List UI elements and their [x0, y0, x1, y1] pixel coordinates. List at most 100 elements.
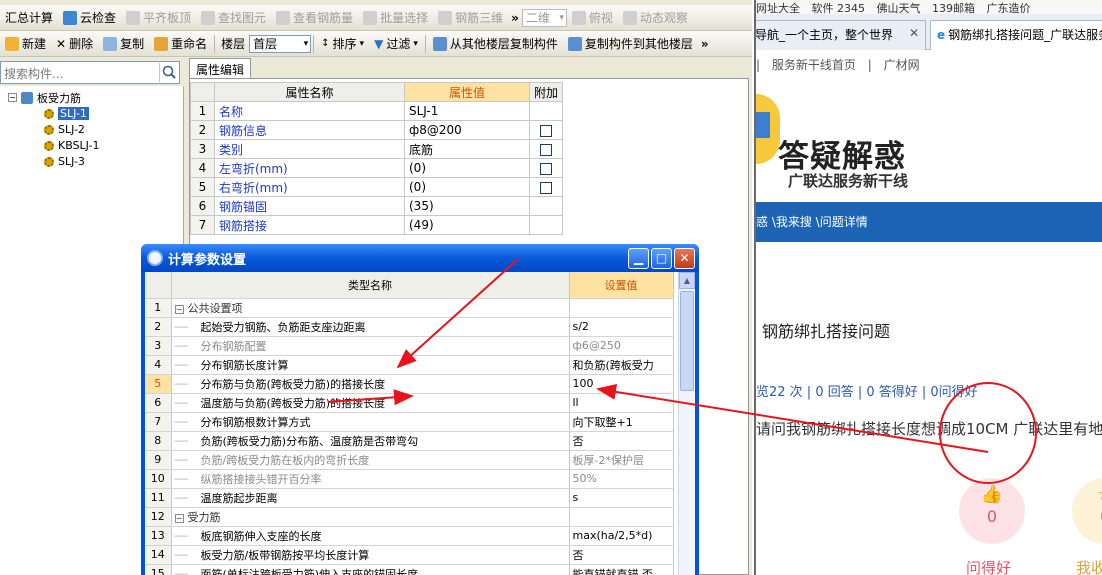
param-value[interactable] [569, 298, 674, 318]
sort-button[interactable]: ↕ 排序 ▾ [316, 33, 369, 55]
property-row[interactable]: 3 类别 底筋 [190, 139, 564, 159]
property-value[interactable]: (0) [404, 158, 530, 178]
param-row[interactable]: 11 ── 温度筋起步距离 s [145, 488, 674, 508]
nav-link-materials[interactable]: 广材网 [884, 58, 920, 72]
bookmark-item[interactable]: 广东造价 [987, 2, 1031, 14]
collapse-icon[interactable]: − [174, 304, 184, 314]
param-value[interactable]: 100 [569, 374, 674, 394]
extra-checkbox[interactable] [540, 143, 552, 156]
minimize-button[interactable]: ▁ [628, 248, 649, 269]
good-question-button[interactable]: 👍 0 [959, 478, 1025, 544]
param-row[interactable]: 13 ── 板底钢筋伸入支座的长度 max(ha/2,5*d) [145, 526, 674, 546]
param-row[interactable]: 9 ── 负筋/跨板受力筋在板内的弯折长度 板厚-2*保护层 [145, 450, 674, 470]
param-value[interactable]: max(ha/2,5*d) [569, 526, 674, 546]
copy-button[interactable]: 复制 [98, 33, 149, 55]
param-value[interactable]: 和负筋(跨板受力 [569, 355, 674, 375]
dialog-scrollbar[interactable]: ▲ [678, 272, 695, 575]
property-value[interactable]: (35) [404, 196, 530, 216]
floor-select[interactable]: 首层 ▾ [249, 34, 312, 53]
close-tab-icon[interactable]: ✕ [909, 26, 919, 40]
search-icon[interactable] [159, 63, 178, 82]
view-mode-select[interactable]: 二维 ▾ [521, 8, 567, 27]
copy-from-floor-button[interactable]: 从其他楼层复制构件 [428, 33, 563, 55]
param-row[interactable]: 6 ── 温度筋与负筋(跨板受力筋)的搭接长度 ll [145, 393, 674, 413]
extra-checkbox[interactable] [540, 124, 552, 137]
param-row[interactable]: 5 ── 分布筋与负筋(跨板受力筋)的搭接长度 100 [145, 374, 674, 394]
bookmark-item[interactable]: 网址大全 [756, 2, 800, 14]
collapse-icon[interactable]: − [174, 513, 184, 523]
property-row[interactable]: 6 钢筋锚固 (35) [190, 196, 564, 216]
param-value[interactable]: ll [569, 393, 674, 413]
toolbar-overflow-chevron[interactable]: » [698, 37, 712, 51]
param-value[interactable]: 50% [569, 469, 674, 489]
breadcrumb[interactable]: 惑 \我来搜 \问题详情 [756, 202, 1102, 242]
bookmark-item[interactable]: 软件 2345 [812, 2, 866, 14]
param-row[interactable]: 8 ── 负筋(跨板受力筋)分布筋、温度筋是否带弯勾否 [145, 431, 674, 451]
property-row[interactable]: 5 右弯折(mm) (0) [190, 177, 564, 197]
second-action-button[interactable]: ☆ 0 [1072, 478, 1102, 544]
extra-checkbox[interactable] [540, 181, 552, 194]
param-row[interactable]: 10 ── 纵筋搭接接头错开百分率 50% [145, 469, 674, 489]
collapse-icon[interactable]: − [8, 93, 17, 102]
scroll-up-icon[interactable]: ▲ [679, 272, 695, 289]
property-extra[interactable] [528, 139, 564, 159]
property-row[interactable]: 1 名称 SLJ-1 [190, 101, 564, 121]
toolbar-overflow-chevron[interactable]: » [508, 11, 522, 25]
property-extra[interactable] [528, 177, 564, 197]
param-value[interactable] [569, 507, 674, 527]
browser-tab-navigation[interactable]: 导航_一个主页，整个世界 ✕ [756, 20, 926, 50]
param-row[interactable]: 2 ── 起始受力钢筋、负筋距支座边距离 s/2 [145, 317, 674, 337]
batch-select-button[interactable]: 批量选择 [358, 7, 433, 29]
new-button[interactable]: 新建 [0, 33, 51, 55]
property-extra[interactable] [528, 196, 564, 216]
element-search-input[interactable]: 搜索构件... [0, 61, 180, 84]
bookmark-item[interactable]: 139邮箱 [932, 2, 975, 14]
browser-tab-active[interactable]: e 钢筋绑扎搭接问题_广联达服务 [930, 20, 1102, 50]
property-row[interactable]: 2 钢筋信息 ф8@200 [190, 120, 564, 140]
param-value[interactable]: 否 [569, 431, 674, 451]
rename-button[interactable]: 重命名 [149, 33, 212, 55]
copy-to-floor-button[interactable]: 复制构件到其他楼层 [563, 33, 698, 55]
top-view-button[interactable]: 俯视 [567, 7, 618, 29]
nav-link-home[interactable]: 服务新干线首页 [772, 58, 856, 72]
property-value[interactable]: 底筋 [404, 139, 530, 159]
param-row[interactable]: 3 ── 分布钢筋配置 ф6@250 [145, 336, 674, 356]
param-value[interactable]: s/2 [569, 317, 674, 337]
param-value[interactable]: 能直锚就直锚,否 [569, 564, 674, 575]
cloud-check-button[interactable]: 云检查 [58, 7, 121, 29]
tree-item[interactable]: KBSLJ-1 [44, 138, 100, 153]
delete-button[interactable]: ✕ 删除 [51, 33, 98, 55]
group-row[interactable]: 1− 公共设置项 [145, 298, 674, 318]
property-row[interactable]: 7 钢筋搭接 (49) [190, 215, 564, 235]
extra-checkbox[interactable] [540, 162, 552, 175]
property-extra[interactable] [528, 158, 564, 178]
flush-slab-top-button[interactable]: 平齐板顶 [121, 7, 196, 29]
param-value[interactable]: 否 [569, 545, 674, 565]
param-value[interactable]: 向下取整+1 [569, 412, 674, 432]
filter-button[interactable]: ▼ 过滤 ▾ [369, 33, 423, 55]
find-element-button[interactable]: 查找图元 [196, 7, 271, 29]
param-value[interactable]: ф6@250 [569, 336, 674, 356]
property-extra[interactable] [528, 215, 564, 235]
param-row[interactable]: 7 ── 分布钢筋根数计算方式 向下取整+1 [145, 412, 674, 432]
property-edit-tab[interactable]: 属性编辑 [189, 58, 252, 78]
property-value[interactable]: (0) [404, 177, 530, 197]
property-value[interactable]: SLJ-1 [404, 101, 530, 121]
tree-root-node[interactable]: − 板受力筋 [8, 90, 81, 105]
property-extra[interactable] [528, 101, 564, 121]
property-value[interactable]: ф8@200 [404, 120, 530, 140]
property-value[interactable]: (49) [404, 215, 530, 235]
summary-calc-button[interactable]: 汇总计算 [0, 7, 58, 29]
property-row[interactable]: 4 左弯折(mm) (0) [190, 158, 564, 178]
param-value[interactable]: 板厚-2*保护层 [569, 450, 674, 470]
param-row[interactable]: 14 ── 板受力筋/板带钢筋按平均长度计算否 [145, 545, 674, 565]
param-row[interactable]: 4 ── 分布钢筋长度计算 和负筋(跨板受力 [145, 355, 674, 375]
group-row[interactable]: 12− 受力筋 [145, 507, 674, 527]
param-row[interactable]: 15 ── 面筋(单标注跨板受力筋)伸入支座的锚固长度 能直锚就直锚,否 [145, 564, 674, 575]
param-value[interactable]: s [569, 488, 674, 508]
scrollbar-thumb[interactable] [680, 291, 694, 391]
tree-item[interactable]: SLJ-3 [44, 154, 85, 169]
close-button[interactable]: ✕ [674, 248, 695, 269]
dynamic-view-button[interactable]: 动态观察 [618, 7, 693, 29]
property-extra[interactable] [528, 120, 564, 140]
